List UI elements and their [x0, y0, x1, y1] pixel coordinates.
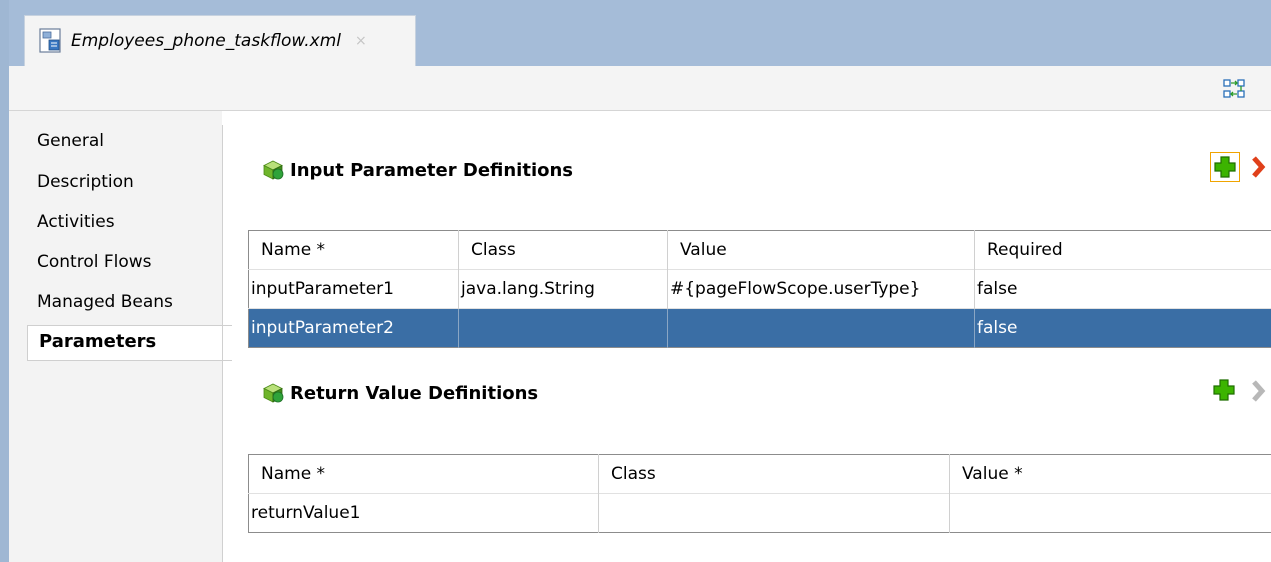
- cell-class[interactable]: [598, 493, 950, 533]
- section-title: Input Parameter Definitions: [290, 159, 574, 181]
- taskflow-file-icon: [39, 28, 63, 54]
- column-header-name[interactable]: Name *: [248, 454, 599, 494]
- column-header-value[interactable]: Value: [667, 230, 975, 270]
- sidebar: General Description Activities Control F…: [9, 111, 232, 562]
- cell-class[interactable]: [458, 308, 668, 348]
- cell-value[interactable]: #{pageFlowScope.userType}: [667, 269, 975, 309]
- add-icon: [1214, 156, 1236, 178]
- tab-title: Employees_phone_taskflow.xml: [71, 31, 341, 51]
- return-values-table: Name * Class Value * returnValue1: [248, 454, 1271, 533]
- column-header-name[interactable]: Name *: [248, 230, 459, 270]
- cell-class[interactable]: java.lang.String: [458, 269, 668, 309]
- cube-icon: [263, 383, 284, 403]
- cell-name[interactable]: inputParameter2: [248, 308, 459, 348]
- sidebar-item-general[interactable]: General: [37, 131, 104, 151]
- sidebar-item-control-flows[interactable]: Control Flows: [37, 252, 152, 272]
- sidebar-item-description[interactable]: Description: [37, 172, 134, 192]
- column-header-class[interactable]: Class: [598, 454, 950, 494]
- add-return-value-button[interactable]: [1210, 376, 1238, 404]
- delete-return-value-button[interactable]: [1250, 377, 1271, 405]
- table-row[interactable]: returnValue1: [248, 493, 1271, 533]
- sidebar-item-parameters[interactable]: Parameters: [27, 325, 232, 361]
- sidebar-item-label: Parameters: [39, 331, 157, 352]
- window-left-border: [0, 0, 9, 562]
- editor-toolbar: [9, 66, 1271, 111]
- delete-icon: [1252, 156, 1266, 178]
- input-parameters-table: Name * Class Value Required inputParamet…: [248, 230, 1271, 348]
- cell-required[interactable]: false: [974, 269, 1271, 309]
- table-header-row: Name * Class Value *: [248, 454, 1271, 494]
- table-row-selected[interactable]: inputParameter2 false: [248, 308, 1271, 348]
- swap-layout-icon[interactable]: [1223, 78, 1249, 100]
- cell-name[interactable]: inputParameter1: [248, 269, 459, 309]
- editor-tab[interactable]: Employees_phone_taskflow.xml ×: [24, 15, 416, 66]
- close-icon[interactable]: ×: [355, 33, 367, 49]
- delete-icon: [1252, 380, 1266, 402]
- column-header-required[interactable]: Required: [974, 230, 1271, 270]
- table-header-row: Name * Class Value Required: [248, 230, 1271, 270]
- cell-value[interactable]: [949, 493, 1271, 533]
- add-icon: [1213, 379, 1235, 401]
- cell-value[interactable]: [667, 308, 975, 348]
- return-values-heading: Return Value Definitions: [262, 382, 538, 404]
- cell-required[interactable]: false: [974, 308, 1271, 348]
- column-header-value[interactable]: Value *: [949, 454, 1271, 494]
- cube-icon: [263, 160, 284, 180]
- sidebar-item-managed-beans[interactable]: Managed Beans: [37, 292, 173, 312]
- section-title: Return Value Definitions: [290, 382, 539, 404]
- sidebar-divider: [222, 125, 223, 562]
- delete-input-parameter-button[interactable]: [1250, 153, 1271, 181]
- editor-tab-strip: Employees_phone_taskflow.xml ×: [9, 0, 1271, 66]
- input-parameters-heading: Input Parameter Definitions: [262, 159, 573, 181]
- sidebar-item-activities[interactable]: Activities: [37, 212, 115, 232]
- column-header-class[interactable]: Class: [458, 230, 668, 270]
- table-row[interactable]: inputParameter1 java.lang.String #{pageF…: [248, 269, 1271, 309]
- add-input-parameter-button[interactable]: [1210, 152, 1240, 182]
- cell-name[interactable]: returnValue1: [248, 493, 599, 533]
